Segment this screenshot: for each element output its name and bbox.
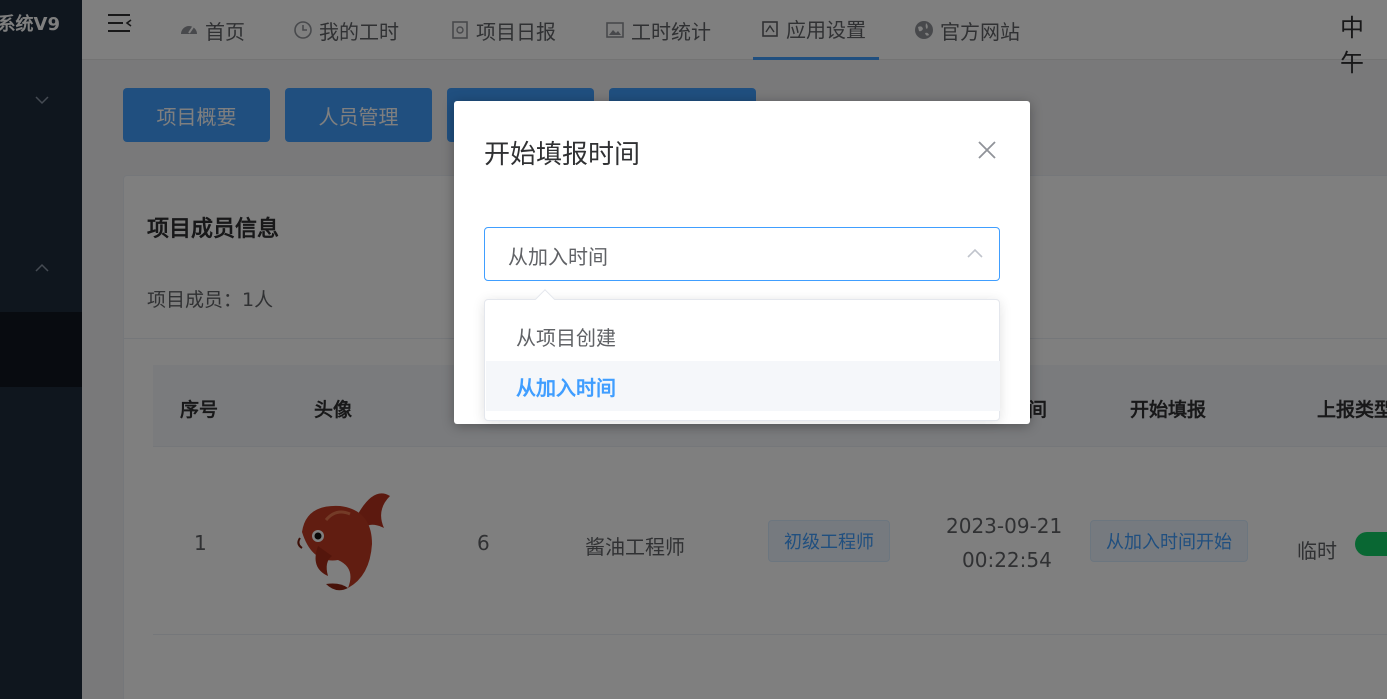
chevron-up-icon[interactable]	[965, 244, 985, 264]
option-from-project-created[interactable]: 从项目创建	[486, 311, 1000, 361]
option-from-join-time[interactable]: 从加入时间	[486, 361, 1000, 411]
close-icon[interactable]	[976, 139, 998, 161]
dialog-title: 开始填报时间	[484, 140, 641, 170]
select-value: 从加入时间	[508, 245, 608, 269]
select-dropdown: 从项目创建 从加入时间	[484, 299, 1000, 421]
start-time-select[interactable]: 从加入时间	[484, 227, 1000, 281]
